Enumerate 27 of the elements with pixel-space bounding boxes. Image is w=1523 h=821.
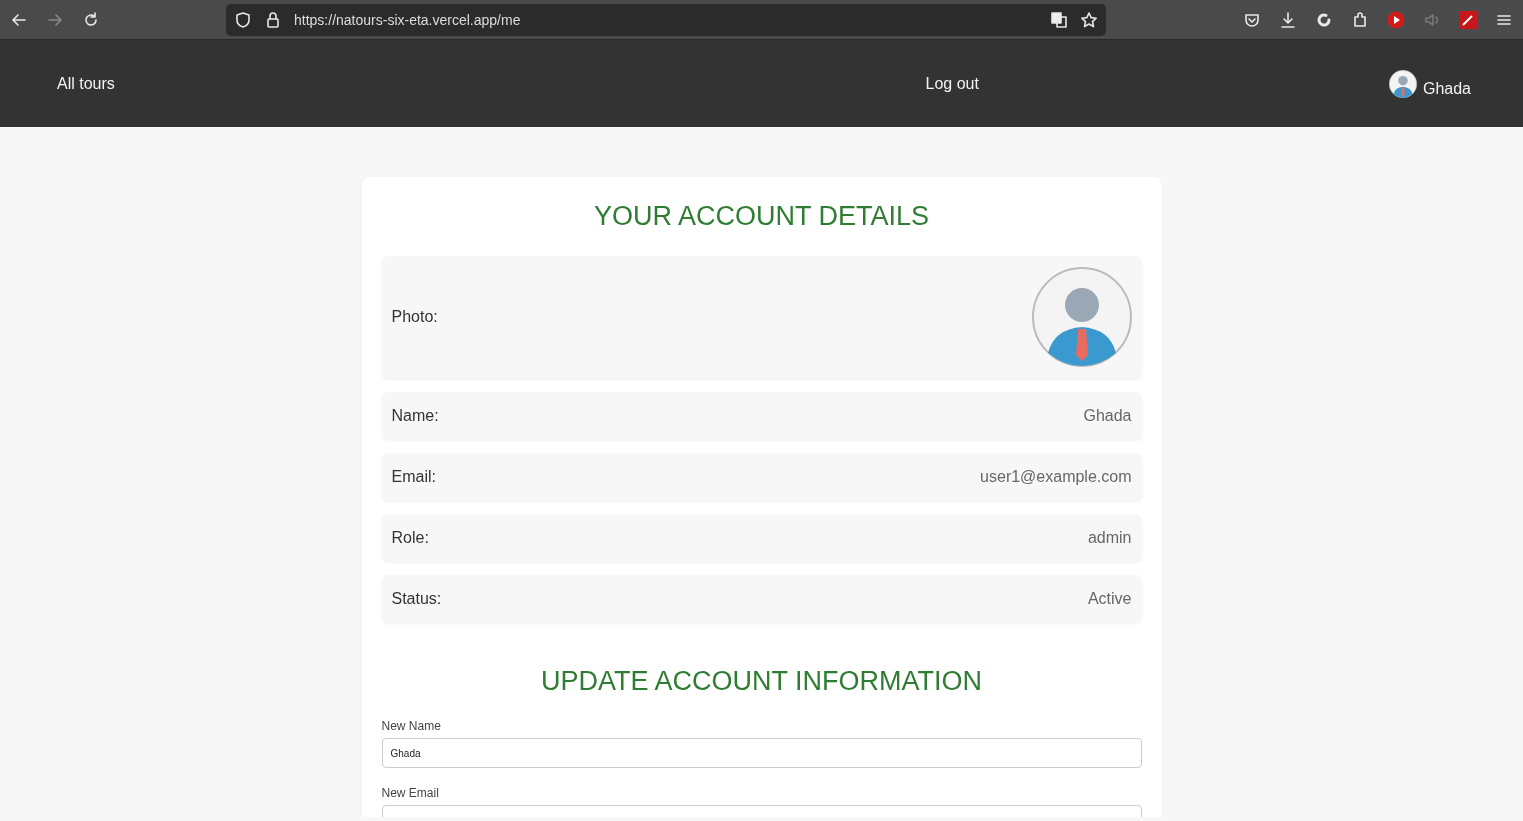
star-icon[interactable] <box>1080 10 1098 29</box>
detail-label: Role: <box>391 528 429 547</box>
shield-icon[interactable] <box>234 10 252 29</box>
detail-label: Email: <box>391 467 436 486</box>
field-label: New Name <box>381 719 442 733</box>
all-tours-link[interactable]: All tours <box>57 74 115 93</box>
detail-value: Ghada <box>1083 406 1132 425</box>
input-field[interactable]: Ghada <box>381 738 1142 768</box>
detail-value: Active <box>1087 589 1132 608</box>
detail-value: admin <box>1087 528 1132 547</box>
user-name-link[interactable]: Ghada <box>1422 79 1471 98</box>
detail-label: Status: <box>391 589 442 608</box>
reload-icon[interactable] <box>82 10 100 29</box>
detail-value: user1@example.com <box>980 467 1132 486</box>
log-out-link[interactable]: Log out <box>925 74 979 93</box>
section-title: YOUR ACCOUNT DETAILS <box>592 201 931 232</box>
user-avatar[interactable] <box>1388 69 1417 98</box>
puzzle-icon[interactable] <box>1351 10 1369 29</box>
detail-label: Photo: <box>391 308 438 326</box>
detail-label: Name: <box>391 406 439 425</box>
wand-icon[interactable] <box>1459 10 1477 29</box>
play-icon[interactable] <box>1387 10 1405 29</box>
section-title: UPDATE ACCOUNT INFORMATION <box>540 666 983 697</box>
translate-icon[interactable] <box>1050 10 1068 29</box>
field-label: New Email <box>381 786 440 800</box>
download-icon[interactable] <box>1279 10 1297 29</box>
lock-icon[interactable] <box>264 10 282 29</box>
